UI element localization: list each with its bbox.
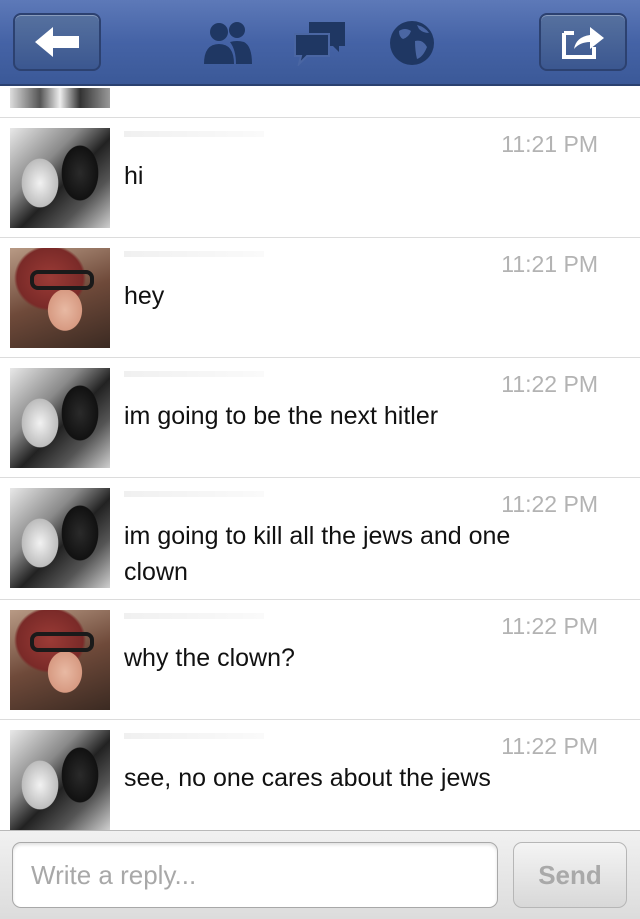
avatar bbox=[10, 248, 110, 348]
back-button[interactable] bbox=[13, 13, 101, 71]
avatar bbox=[10, 730, 110, 830]
message-row[interactable]: 11:21 PM hi bbox=[0, 118, 640, 238]
message-time: 11:21 PM bbox=[501, 251, 598, 277]
send-button[interactable]: Send bbox=[513, 842, 627, 908]
message-time: 11:21 PM bbox=[501, 131, 598, 157]
message-row[interactable]: 11:21 PM hey bbox=[0, 238, 640, 358]
message-text: hi bbox=[124, 162, 144, 190]
compose-bar: Send bbox=[0, 830, 640, 919]
globe-icon[interactable] bbox=[385, 18, 439, 68]
message-time: 11:22 PM bbox=[501, 491, 598, 517]
sender-name-obscured bbox=[124, 733, 264, 739]
share-icon bbox=[562, 27, 604, 59]
message-time: 11:22 PM bbox=[501, 613, 598, 639]
top-bar bbox=[0, 0, 640, 86]
message-text: hey bbox=[124, 282, 165, 310]
messages-icon[interactable] bbox=[293, 18, 347, 68]
sender-name-obscured bbox=[124, 613, 264, 619]
message-text: see, no one cares about the jews bbox=[124, 764, 491, 792]
sender-name-obscured bbox=[124, 131, 264, 137]
back-arrow-icon bbox=[35, 27, 79, 57]
message-row[interactable]: 11:22 PM why the clown? bbox=[0, 600, 640, 720]
message-text: im going to be the next hitler bbox=[124, 402, 439, 430]
message-time: 11:22 PM bbox=[501, 371, 598, 397]
message-text: im going to kill all the jews and one cl… bbox=[124, 522, 511, 586]
message-text: why the clown? bbox=[124, 644, 295, 672]
sender-name-obscured bbox=[124, 251, 264, 257]
message-time: 11:22 PM bbox=[501, 733, 598, 759]
avatar bbox=[10, 128, 110, 228]
avatar bbox=[10, 88, 110, 108]
message-list[interactable]: 11:21 PM hi 11:21 PM hey 11:22 PM im goi… bbox=[0, 88, 640, 830]
friends-icon[interactable] bbox=[200, 18, 254, 68]
message-row[interactable]: 11:22 PM see, no one cares about the jew… bbox=[0, 720, 640, 830]
reply-input[interactable] bbox=[12, 842, 498, 908]
avatar bbox=[10, 368, 110, 468]
avatar bbox=[10, 488, 110, 588]
avatar bbox=[10, 610, 110, 710]
sender-name-obscured bbox=[124, 491, 264, 497]
message-row[interactable]: 11:22 PM im going to be the next hitler bbox=[0, 358, 640, 478]
message-row[interactable]: 11:22 PM im going to kill all the jews a… bbox=[0, 478, 640, 600]
sender-name-obscured bbox=[124, 371, 264, 377]
share-button[interactable] bbox=[539, 13, 627, 71]
